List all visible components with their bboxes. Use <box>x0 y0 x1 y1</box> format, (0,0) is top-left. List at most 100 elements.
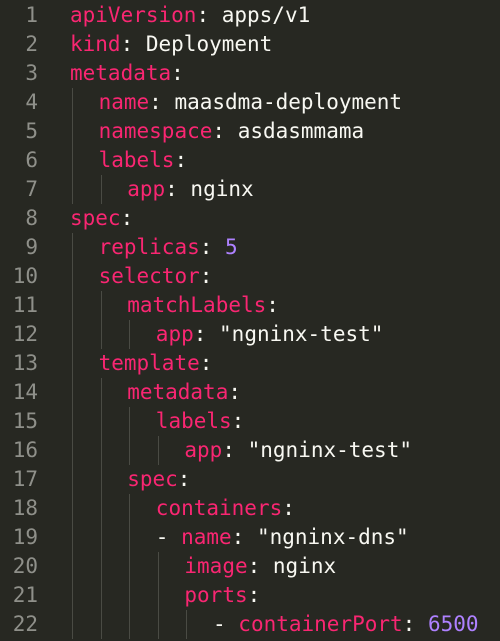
colon: : <box>199 351 213 375</box>
code-line[interactable]: 11 matchLabels: <box>0 291 500 320</box>
code-line[interactable]: 20 image: nginx <box>0 552 500 581</box>
indent-guide <box>72 88 73 204</box>
colon: : <box>247 583 261 607</box>
code-line[interactable]: 5 namespace: asdasmmama <box>0 117 500 146</box>
colon: : <box>212 119 226 143</box>
yaml-key: metadata <box>70 61 172 85</box>
line-number: 10 <box>12 264 38 288</box>
code-editor[interactable]: 1 apiVersion: apps/v1 2 kind: Deployment 3 me… <box>0 0 500 641</box>
yaml-key: spec <box>70 206 121 230</box>
code-line[interactable]: 8 spec: <box>0 204 500 233</box>
code-line[interactable]: 3 metadata: <box>0 59 500 88</box>
indent-guide <box>100 378 102 639</box>
yaml-key: replicas <box>98 235 200 259</box>
line-number: 6 <box>25 148 38 172</box>
colon: : <box>171 61 184 85</box>
code-line[interactable]: 16 app: "ngninx-test" <box>0 436 500 465</box>
indent-guide <box>72 233 73 639</box>
line-number: 15 <box>12 409 38 433</box>
code-content: - containerPort: 6500 <box>213 610 479 639</box>
indent-guide <box>186 610 188 639</box>
code-line[interactable]: 6 labels: <box>0 146 500 175</box>
code-line[interactable]: 12 app: "ngninx-test" <box>0 320 500 349</box>
code-line[interactable]: 15 labels: <box>0 407 500 436</box>
colon: : <box>247 554 261 578</box>
colon: : <box>177 467 191 491</box>
line-number: 14 <box>12 380 38 404</box>
code-content: metadata: <box>127 378 241 407</box>
indent-guide <box>157 552 159 639</box>
colon: : <box>199 235 213 259</box>
code-line[interactable]: 19 - name: "ngninx-dns" <box>0 523 500 552</box>
line-number: 2 <box>25 32 38 56</box>
colon: : <box>228 380 241 404</box>
yaml-value: 6500 <box>415 612 479 636</box>
code-line[interactable]: 4 name: maasdma-deployment <box>0 88 500 117</box>
code-line[interactable]: 9 replicas: 5 <box>0 233 500 262</box>
colon: : <box>222 438 235 462</box>
yaml-key: namespace <box>98 119 213 143</box>
yaml-key: labels <box>98 148 175 172</box>
indent-guide <box>100 175 102 204</box>
colon: : <box>266 293 279 317</box>
line-number: 7 <box>25 177 38 201</box>
code-line[interactable]: 10 selector: <box>0 262 500 291</box>
colon: : <box>174 148 188 172</box>
code-content: replicas: 5 <box>99 233 238 262</box>
code-content: template: <box>99 349 213 378</box>
code-content: spec: <box>70 204 133 233</box>
line-number: 17 <box>12 467 38 491</box>
colon: : <box>120 206 134 230</box>
yaml-key: metadata <box>127 380 229 404</box>
line-number: 20 <box>12 554 38 578</box>
code-line[interactable]: 7 app: nginx <box>0 175 500 204</box>
line-number: 13 <box>12 351 38 375</box>
code-line[interactable]: 2 kind: Deployment <box>0 30 500 59</box>
yaml-value: 5 <box>212 235 238 259</box>
colon: : <box>231 525 245 549</box>
code-content: app: "ngninx-test" <box>184 436 412 465</box>
yaml-value: nginx <box>260 554 337 578</box>
code-content: apiVersion: apps/v1 <box>70 1 310 30</box>
colon: : <box>120 32 134 56</box>
yaml-key: name <box>98 90 150 114</box>
code-line[interactable]: 21 ports: <box>0 581 500 610</box>
yaml-key: template <box>98 351 200 375</box>
code-line[interactable]: 18 containers: <box>0 494 500 523</box>
code-line[interactable]: 22 - containerPort: 6500 <box>0 610 500 639</box>
code-line[interactable]: 14 metadata: <box>0 378 500 407</box>
colon: : <box>196 3 210 27</box>
yaml-key: containers <box>155 496 283 520</box>
yaml-key: app <box>155 322 194 346</box>
line-number: 9 <box>25 235 38 259</box>
code-line[interactable]: 17 spec: <box>0 465 500 494</box>
line-number: 4 <box>25 90 38 114</box>
code-content: namespace: asdasmmama <box>99 117 365 146</box>
line-number: 18 <box>12 496 38 520</box>
line-number: 3 <box>25 61 38 85</box>
colon: : <box>231 409 245 433</box>
code-content: app: "ngninx-test" <box>156 320 384 349</box>
yaml-key: containerPort <box>238 612 403 636</box>
yaml-key: matchLabels <box>127 293 267 317</box>
indent-guide <box>129 494 131 639</box>
colon: : <box>193 322 207 346</box>
code-content: - name: "ngninx-dns" <box>156 523 409 552</box>
yaml-key: app <box>184 438 223 462</box>
code-content: selector: <box>99 262 213 291</box>
line-number: 11 <box>12 293 38 317</box>
yaml-key: kind <box>70 32 121 56</box>
code-line[interactable]: 13 template: <box>0 349 500 378</box>
indent-guide <box>157 436 159 465</box>
line-number: 5 <box>25 119 38 143</box>
code-content: matchLabels: <box>127 291 279 320</box>
yaml-value: "ngninx-dns" <box>244 525 409 549</box>
code-content: app: nginx <box>127 175 253 204</box>
colon: : <box>282 496 295 520</box>
indent-guide <box>100 291 102 349</box>
line-number: 22 <box>12 612 38 636</box>
yaml-key: ports <box>184 583 248 607</box>
code-line[interactable]: 1 apiVersion: apps/v1 <box>0 1 500 30</box>
line-number: 16 <box>12 438 38 462</box>
code-content: image: nginx <box>184 552 336 581</box>
